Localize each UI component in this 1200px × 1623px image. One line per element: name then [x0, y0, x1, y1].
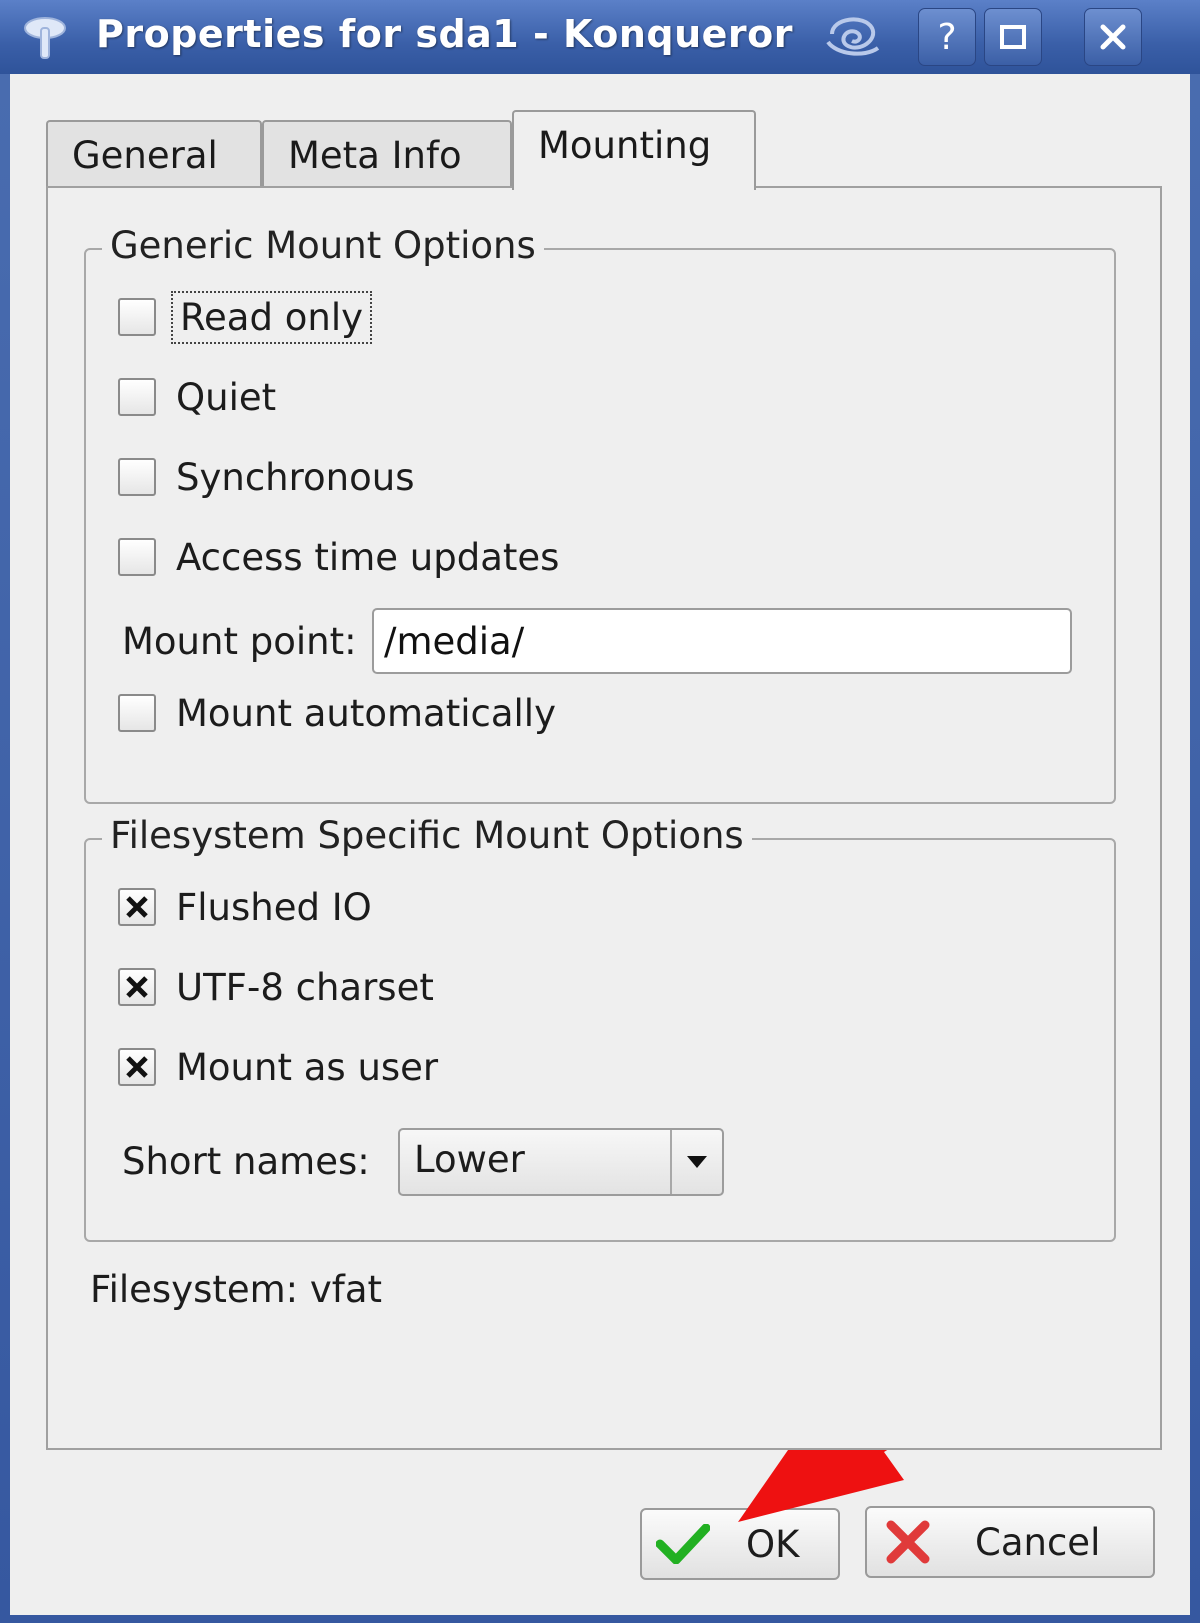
quiet-checkbox[interactable]	[118, 378, 156, 416]
tab-meta-info[interactable]: Meta Info	[262, 120, 512, 188]
utf8-charset-checkbox-row[interactable]: UTF-8 charset	[118, 962, 434, 1012]
tab-meta-info-label: Meta Info	[288, 134, 462, 177]
flushed-io-checkbox[interactable]	[118, 888, 156, 926]
mount-automatically-checkbox[interactable]	[118, 694, 156, 732]
mount-as-user-label: Mount as user	[176, 1045, 439, 1089]
synchronous-checkbox-row[interactable]: Synchronous	[118, 452, 414, 502]
synchronous-label: Synchronous	[176, 455, 415, 499]
read-only-checkbox-row[interactable]: Read only	[118, 290, 372, 344]
checkmark-icon	[656, 1524, 710, 1564]
filesystem-mount-options-title: Filesystem Specific Mount Options	[102, 814, 752, 857]
filesystem-type-label: Filesystem: vfat	[90, 1268, 383, 1311]
access-time-updates-label: Access time updates	[176, 535, 560, 579]
tab-mounting[interactable]: Mounting	[512, 110, 756, 190]
mount-point-input[interactable]	[372, 608, 1072, 674]
mount-as-user-checkbox[interactable]	[118, 1048, 156, 1086]
tab-mounting-label: Mounting	[538, 124, 712, 167]
title-bar[interactable]: Properties for sda1 - Konqueror ?	[0, 0, 1200, 74]
chevron-down-icon	[687, 1156, 707, 1168]
help-icon: ?	[937, 16, 957, 58]
mount-automatically-checkbox-row[interactable]: Mount automatically	[118, 688, 556, 738]
window-title: Properties for sda1 - Konqueror	[96, 12, 794, 56]
tab-general-label: General	[72, 134, 218, 177]
access-time-updates-checkbox-row[interactable]: Access time updates	[118, 532, 559, 582]
properties-dialog: Properties for sda1 - Konqueror ? Genera…	[0, 0, 1200, 1623]
short-names-label: Short names:	[122, 1140, 370, 1183]
short-names-value: Lower	[414, 1138, 525, 1181]
ok-button-label: OK	[746, 1522, 800, 1566]
combobox-dropdown-button[interactable]	[670, 1130, 722, 1194]
generic-mount-options-title: Generic Mount Options	[102, 224, 544, 267]
flushed-io-label: Flushed IO	[176, 885, 372, 929]
close-button[interactable]	[1084, 8, 1142, 66]
maximize-button[interactable]	[984, 8, 1042, 66]
flushed-io-checkbox-row[interactable]: Flushed IO	[118, 882, 372, 932]
quiet-checkbox-row[interactable]: Quiet	[118, 372, 276, 422]
short-names-combobox[interactable]: Lower	[398, 1128, 724, 1196]
utf8-charset-checkbox[interactable]	[118, 968, 156, 1006]
check-x-icon	[126, 896, 148, 918]
cancel-x-icon	[886, 1520, 930, 1564]
mount-automatically-label: Mount automatically	[176, 691, 556, 735]
cancel-button[interactable]: Cancel	[865, 1506, 1155, 1578]
read-only-checkbox[interactable]	[118, 298, 156, 336]
mount-as-user-checkbox-row[interactable]: Mount as user	[118, 1042, 438, 1092]
tab-general[interactable]: General	[46, 120, 262, 188]
dialog-body: General Meta Info Mounting Generic Mount…	[10, 74, 1190, 1615]
kde-swirl-icon	[826, 17, 880, 56]
check-x-icon	[126, 1056, 148, 1078]
maximize-icon	[1000, 25, 1026, 49]
mounting-tab-panel: Generic Mount Options Read only Quiet Sy…	[46, 186, 1162, 1450]
app-icon	[24, 17, 66, 59]
check-x-icon	[126, 976, 148, 998]
utf8-charset-label: UTF-8 charset	[176, 965, 434, 1009]
help-button[interactable]: ?	[918, 8, 976, 66]
quiet-label: Quiet	[176, 375, 277, 419]
ok-button[interactable]: OK	[640, 1508, 840, 1580]
read-only-label: Read only	[171, 290, 372, 344]
access-time-updates-checkbox[interactable]	[118, 538, 156, 576]
synchronous-checkbox[interactable]	[118, 458, 156, 496]
cancel-button-label: Cancel	[975, 1520, 1101, 1564]
mount-point-label: Mount point:	[122, 620, 357, 663]
close-icon	[1100, 24, 1126, 50]
